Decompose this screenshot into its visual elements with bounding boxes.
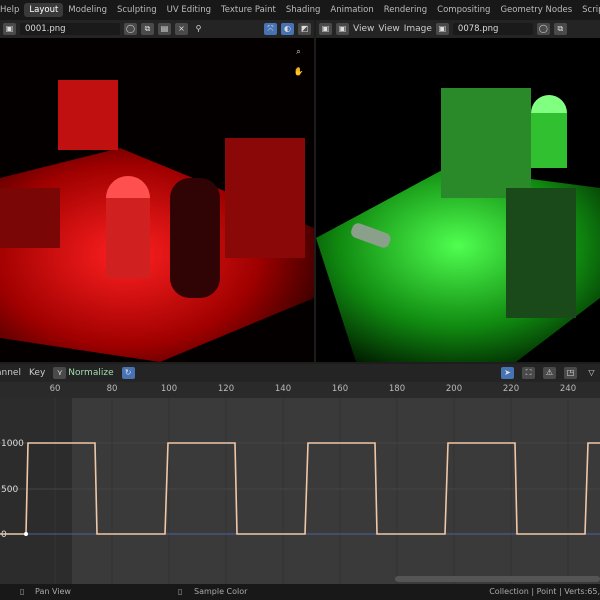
select-cursor-icon[interactable]: ➤ (501, 367, 514, 379)
workspace-tabs: Help Layout Modeling Sculpting UV Editing Te… (0, 0, 600, 20)
close-icon[interactable]: × (175, 23, 188, 35)
status-sample-color: Sample Color (194, 587, 248, 596)
tab-animation[interactable]: Animation (325, 3, 378, 17)
new-image-icon[interactable]: ⧉ (141, 23, 154, 35)
open-image-icon[interactable]: ▤ (158, 23, 171, 35)
pan-hand-icon[interactable]: ✋ (292, 66, 305, 78)
fake-user-icon[interactable]: ◯ (124, 23, 137, 35)
ghost-curves-icon[interactable]: ◳ (564, 367, 577, 379)
red-render-image (0, 38, 314, 362)
fake-user-icon[interactable]: ◯ (536, 23, 550, 35)
filter-icon[interactable]: ▽ (585, 367, 598, 379)
tab-uv-editing[interactable]: UV Editing (162, 3, 216, 17)
left-image-viewport[interactable]: ⌕ ✋ (0, 38, 314, 362)
horizontal-scrollbar[interactable] (395, 576, 600, 582)
left-image-editor-header: ▣ 0001.png ◯ ⧉ ▤ × ⚲ ⤧ ◐ ◩ (0, 20, 314, 38)
image-name-field[interactable]: 0078.png (452, 23, 533, 35)
mode-icon[interactable]: ▣ (336, 23, 349, 35)
frame-selected-icon[interactable]: ⛶ (522, 367, 535, 379)
y-label: 0 (1, 530, 7, 540)
frame-ruler[interactable]: 60 80 100 120 140 160 180 200 220 240 (0, 382, 600, 398)
normalize-toggle-icon[interactable]: ⋎ (53, 367, 67, 379)
frame-tick: 140 (274, 384, 292, 394)
auto-normalize-icon[interactable]: ↻ (121, 367, 135, 379)
y-label: 500 (1, 485, 18, 495)
normalize-toggle[interactable]: Normalize (68, 368, 113, 378)
graph-editor-header: Channel Key ⋎ Normalize ↻ ➤ ⛶ ⚠ ◳ ▽ (0, 364, 600, 382)
editor-type-icon[interactable]: ▣ (319, 23, 332, 35)
right-image-viewport[interactable] (316, 38, 600, 362)
pin-icon[interactable]: ⚲ (192, 23, 205, 35)
green-render-image (316, 38, 600, 362)
frame-tick: 60 (49, 384, 61, 394)
menu-help[interactable]: Help (0, 3, 24, 17)
keyframe-point (24, 532, 28, 536)
mouse-left-icon: ▯ (20, 587, 25, 596)
menu-key[interactable]: Key (29, 368, 45, 378)
image-browse-icon[interactable]: ▣ (435, 23, 449, 35)
tab-rendering[interactable]: Rendering (379, 3, 432, 17)
display-channels-icon[interactable]: ◩ (298, 23, 311, 35)
frame-tick: 120 (217, 384, 235, 394)
tab-shading[interactable]: Shading (281, 3, 326, 17)
frame-tick: 160 (331, 384, 349, 394)
frame-tick: 220 (502, 384, 520, 394)
zoom-icon[interactable]: ⌕ (292, 46, 305, 58)
graph-area[interactable]: 1000 500 0 (0, 398, 600, 584)
warning-icon[interactable]: ⚠ (543, 367, 556, 379)
frame-tick: 200 (445, 384, 463, 394)
frame-tick: 180 (388, 384, 406, 394)
tab-modeling[interactable]: Modeling (63, 3, 112, 17)
tab-geometry-nodes[interactable]: Geometry Nodes (495, 3, 577, 17)
tab-texture-paint[interactable]: Texture Paint (216, 3, 281, 17)
tab-sculpting[interactable]: Sculpting (112, 3, 162, 17)
tab-layout[interactable]: Layout (24, 3, 64, 17)
editor-type-icon[interactable]: ▣ (3, 23, 16, 35)
menu-image[interactable]: Image (404, 24, 432, 34)
mouse-right-icon: ▯ (178, 587, 183, 596)
y-label: 1000 (1, 439, 24, 449)
new-image-icon[interactable]: ⧉ (553, 23, 567, 35)
tab-compositing[interactable]: Compositing (432, 3, 495, 17)
view-dropdown[interactable]: View (353, 24, 374, 34)
gizmo-icon[interactable]: ⤧ (264, 23, 277, 35)
overlay-icon[interactable]: ◐ (281, 23, 294, 35)
right-image-editor-header: ▣ ▣ View View Image ▣ 0078.png ◯ ⧉ (316, 20, 600, 38)
frame-tick: 80 (106, 384, 118, 394)
frame-tick: 100 (160, 384, 178, 394)
tab-scripting[interactable]: Scripting (577, 3, 600, 17)
menu-view[interactable]: View (378, 24, 399, 34)
frame-tick: 240 (559, 384, 577, 394)
menu-channel[interactable]: Channel (0, 368, 21, 378)
status-bar: ▯ Pan View ▯ Sample Color Collection | P… (0, 584, 600, 600)
status-pan-view: Pan View (35, 587, 71, 596)
image-name-field[interactable]: 0001.png (20, 23, 120, 35)
status-scene-info: Collection | Point | Verts:65, (489, 587, 600, 596)
